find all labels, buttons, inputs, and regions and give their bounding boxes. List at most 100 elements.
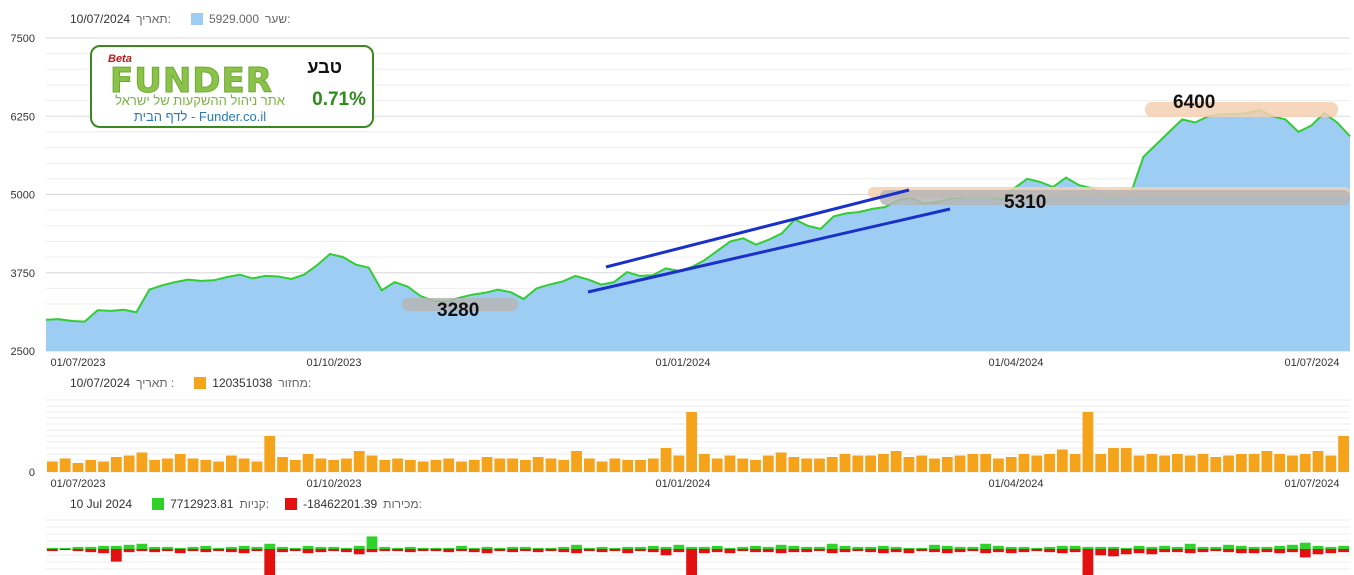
volume-bar — [750, 460, 761, 472]
volume-bar — [328, 460, 340, 472]
buy-bar — [289, 547, 301, 549]
volume-bar — [174, 454, 186, 472]
volume-bar — [85, 460, 97, 472]
sell-bar — [583, 549, 595, 552]
sell-bar — [839, 549, 851, 553]
price-x-tick: 01/01/2024 — [655, 357, 710, 369]
buy-bar — [85, 546, 97, 549]
buy-bar — [596, 546, 608, 549]
sell-bar — [852, 549, 864, 552]
volume-bar — [1159, 455, 1171, 472]
volume-bar — [289, 460, 301, 472]
buy-bar — [1108, 546, 1119, 549]
buy-bar — [1018, 546, 1030, 549]
sell-bar — [315, 549, 327, 553]
volume-bar — [162, 458, 173, 472]
sell-bar — [59, 549, 71, 551]
buy-bar — [200, 545, 212, 549]
sell-bar — [993, 549, 1004, 553]
logo-home-link[interactable]: לדף הבית - Funder.co.il — [110, 109, 290, 124]
buy-bar — [980, 543, 992, 549]
volume-bar — [1018, 454, 1030, 472]
buy-bar — [762, 546, 774, 549]
volume-bar — [532, 457, 544, 472]
volume-bar — [852, 455, 864, 472]
logo-tagline: אתר ניהול ההשקעות של ישראל — [115, 93, 285, 108]
sell-bar — [1031, 549, 1043, 552]
volume-bar — [277, 457, 288, 472]
volume-bar — [686, 412, 697, 472]
sell-bar — [392, 549, 403, 552]
volume-bar — [929, 458, 940, 472]
sell-bar — [1261, 549, 1273, 553]
buy-bar — [174, 547, 186, 549]
buy-bar — [72, 546, 84, 549]
volume-x-tick: 01/04/2024 — [988, 478, 1043, 490]
volume-bar — [724, 455, 736, 472]
volume-bar — [1133, 455, 1145, 472]
buy-bar — [481, 546, 493, 549]
sell-bar — [1108, 549, 1119, 557]
volume-bar — [673, 455, 685, 472]
volume-bar — [877, 454, 889, 472]
buy-bar — [532, 547, 544, 549]
sell-bar — [277, 549, 288, 553]
buy-bar — [1120, 547, 1132, 549]
volume-bar — [430, 460, 442, 472]
volume-bar — [545, 458, 557, 472]
sell-bar — [877, 549, 889, 554]
buy-bar — [673, 544, 685, 549]
buy-bar — [277, 546, 288, 549]
buy-bar — [1069, 545, 1081, 549]
sell-bar — [622, 549, 634, 554]
sell-bar — [686, 549, 697, 575]
buy-bar — [468, 547, 480, 549]
sell-bar — [1312, 549, 1324, 555]
sell-bar — [788, 549, 800, 553]
buy-bar — [1210, 546, 1222, 549]
volume-bar — [571, 451, 582, 472]
sell-bar — [1248, 549, 1260, 554]
price-x-tick: 01/07/2024 — [1284, 357, 1339, 369]
price-y-tick: 6250 — [11, 111, 35, 123]
price-y-tick: 2500 — [11, 346, 35, 358]
sell-bar — [366, 549, 378, 553]
volume-bar — [916, 455, 928, 472]
sell-bar — [724, 549, 736, 554]
buy-bar — [954, 546, 966, 549]
sell-bar — [123, 549, 135, 553]
sell-bar — [916, 549, 928, 552]
sell-bar — [941, 549, 953, 554]
volume-bar — [1031, 455, 1043, 472]
volume-bar — [238, 458, 250, 472]
buy-bar — [558, 546, 570, 549]
buy-bar — [916, 547, 928, 549]
buy-bar — [609, 547, 621, 549]
volume-bar — [737, 458, 749, 472]
buy-bar — [699, 546, 710, 549]
volume-bar — [1095, 454, 1107, 472]
buy-bar — [583, 547, 595, 549]
buy-bar — [353, 545, 365, 549]
volume-bar — [839, 454, 851, 472]
sell-bar — [1133, 549, 1145, 554]
buy-bar — [814, 546, 825, 549]
volume-bar — [1235, 454, 1247, 472]
sell-bar — [1210, 549, 1222, 552]
volume-bar — [366, 455, 378, 472]
buy-bar — [852, 546, 864, 549]
volume-bar — [187, 458, 199, 472]
volume-bar — [481, 457, 493, 472]
buy-bar — [826, 543, 838, 549]
buy-bar — [877, 545, 889, 549]
volume-bar — [47, 461, 58, 472]
buy-bar — [162, 546, 173, 549]
sell-bar — [865, 549, 876, 553]
volume-bar — [213, 461, 224, 472]
buy-bar — [59, 547, 71, 549]
volume-bar — [110, 457, 122, 472]
funder-logo-box[interactable]: Beta FUNDER אתר ניהול ההשקעות של ישראל ל… — [90, 45, 374, 128]
sell-bar — [1325, 549, 1337, 554]
sell-bar — [85, 549, 97, 553]
sell-bar — [136, 549, 148, 552]
